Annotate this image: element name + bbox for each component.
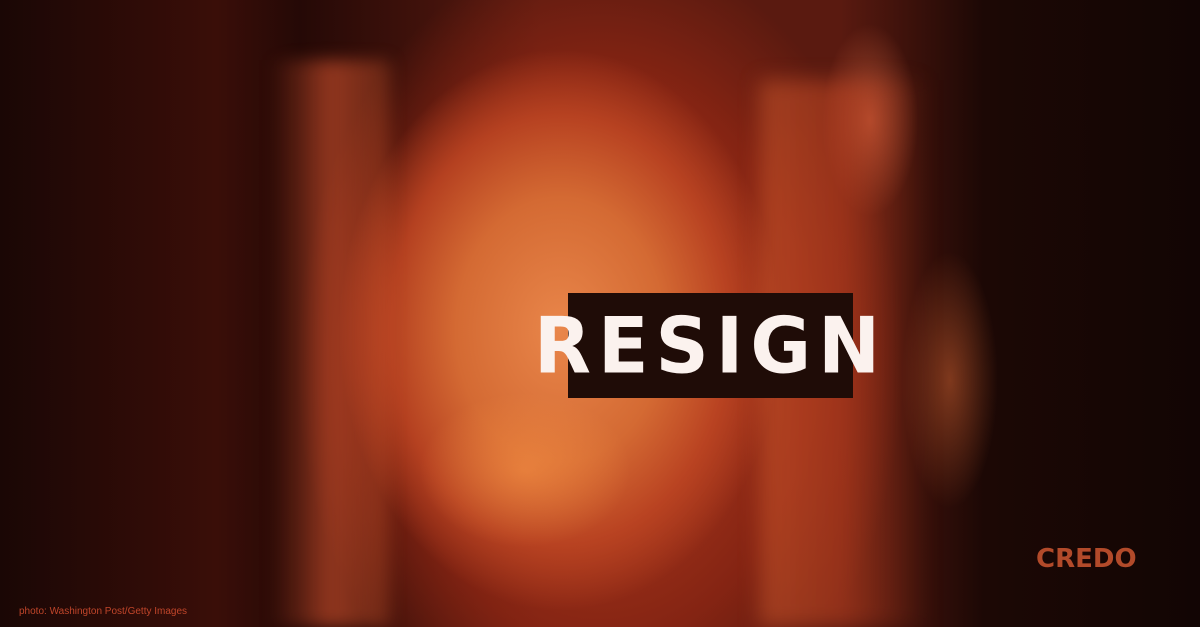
photo-credit: photo: Washington Post/Getty Images xyxy=(19,606,188,617)
headline-text: RESIGN xyxy=(533,300,888,391)
headline-box: RESIGN xyxy=(534,293,880,398)
credo-logo: CREDO xyxy=(1036,544,1137,574)
photo-hair-left xyxy=(270,60,390,627)
